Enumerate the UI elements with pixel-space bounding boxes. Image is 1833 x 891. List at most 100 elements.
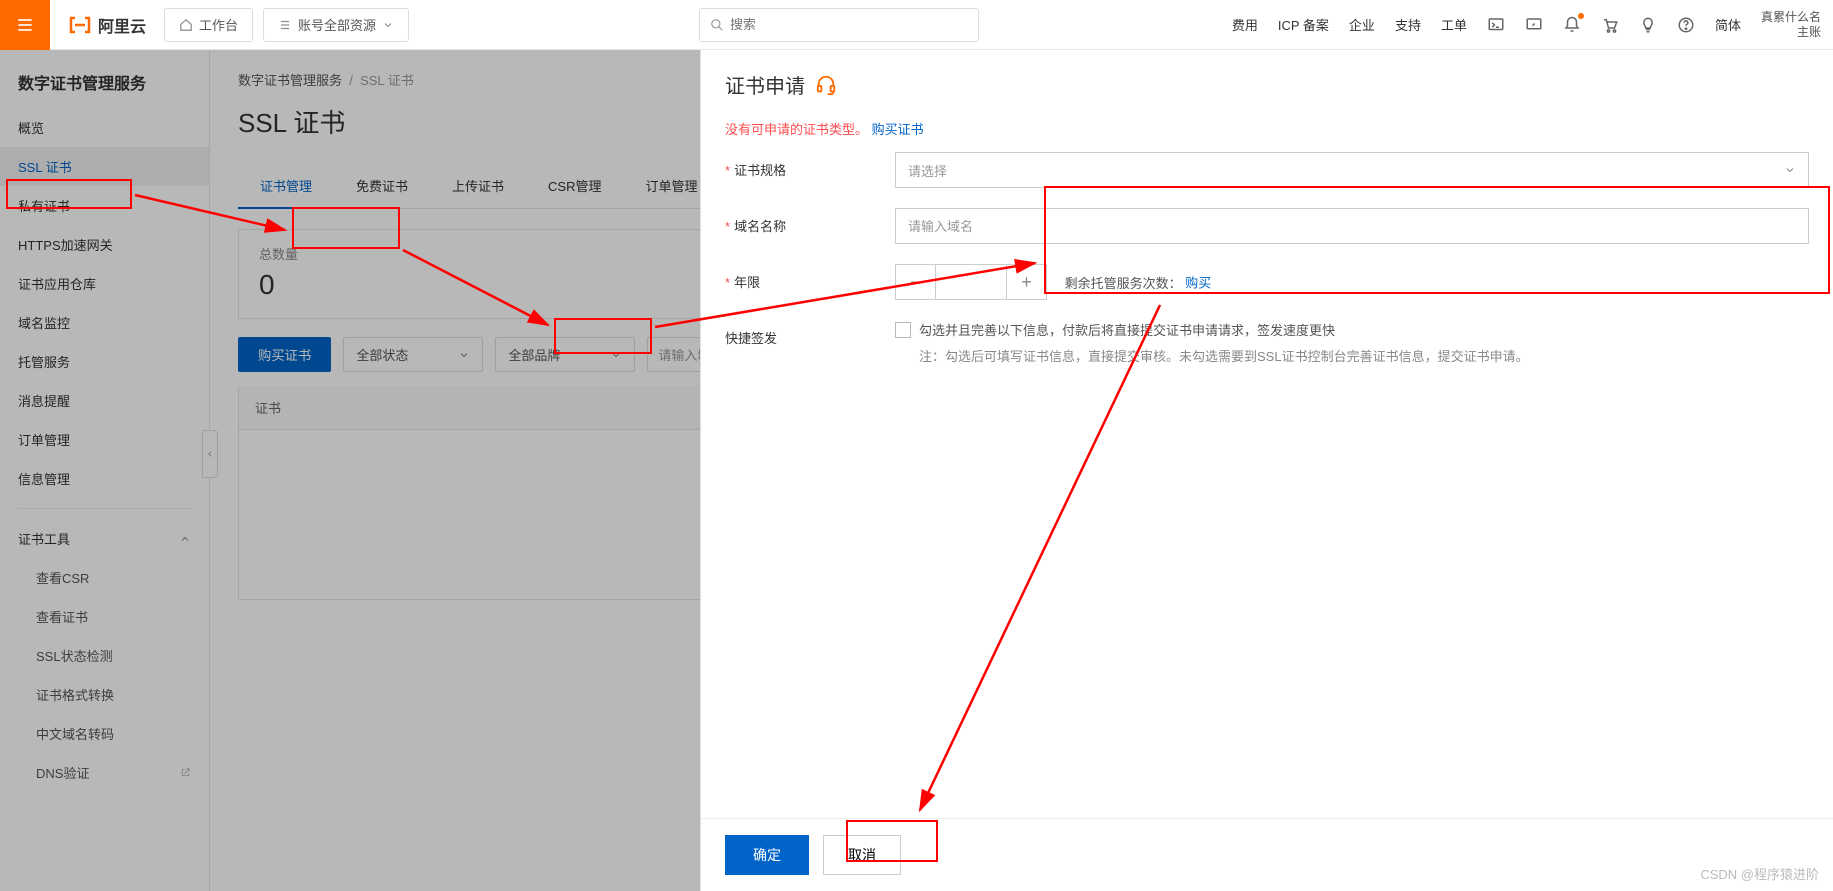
col-cert: 证书 xyxy=(239,386,761,429)
buy-cert-link[interactable]: 购买证书 xyxy=(872,122,924,137)
filter-status-dropdown[interactable]: 全部状态 xyxy=(343,337,483,372)
sidebar-item-repo[interactable]: 证书应用仓库 xyxy=(0,264,209,303)
sidebar-tool-view-cert[interactable]: 查看证书 xyxy=(0,597,209,636)
sidebar-tool-convert[interactable]: 证书格式转换 xyxy=(0,675,209,714)
field-years: *年限 − + 剩余托管服务次数： 购买 xyxy=(725,264,1809,300)
field-quick-issue: 快捷签发 勾选并且完善以下信息，付款后将直接提交证书申请请求，签发速度更快 注：… xyxy=(725,320,1809,365)
buy-cert-button[interactable]: 购买证书 xyxy=(238,337,331,372)
sidebar-tool-ssl-check[interactable]: SSL状态检测 xyxy=(0,636,209,675)
account-scope-dropdown[interactable]: 账号全部资源 xyxy=(263,8,409,42)
sidebar-tool-csr[interactable]: 查看CSR xyxy=(0,558,209,597)
nav-enterprise[interactable]: 企业 xyxy=(1349,15,1375,34)
sidebar-item-overview[interactable]: 概览 xyxy=(0,108,209,147)
tab-csr-manage[interactable]: CSR管理 xyxy=(526,164,623,208)
buy-hosting-link[interactable]: 购买 xyxy=(1185,276,1211,291)
crumb-2: SSL 证书 xyxy=(360,73,414,88)
aliyun-logo-icon xyxy=(68,13,92,37)
domain-input[interactable] xyxy=(895,208,1809,244)
quick-issue-checkbox[interactable] xyxy=(895,322,911,338)
app-header: 阿里云 工作台 账号全部资源 费用 ICP 备案 企业 支持 工单 简 xyxy=(0,0,1833,50)
warning-text: 没有可申请的证书类型。 xyxy=(725,122,868,137)
workspace-label: 工作台 xyxy=(199,15,238,34)
remaining-hosting-label: 剩余托管服务次数： xyxy=(1065,276,1182,291)
chevron-up-icon xyxy=(179,533,191,545)
search-icon xyxy=(710,18,724,32)
confirm-button[interactable]: 确定 xyxy=(725,835,809,875)
sidebar-divider xyxy=(18,508,191,509)
nav-icp[interactable]: ICP 备案 xyxy=(1278,15,1329,34)
sidebar: 数字证书管理服务 概览 SSL 证书 私有证书 HTTPS加速网关 证书应用仓库… xyxy=(0,50,210,891)
tab-cert-manage[interactable]: 证书管理 xyxy=(238,164,334,209)
chevron-down-icon xyxy=(382,19,394,31)
sidebar-collapse-button[interactable] xyxy=(202,430,218,478)
stepper-minus-button[interactable]: − xyxy=(896,265,936,299)
brand-logo[interactable]: 阿里云 xyxy=(50,13,164,37)
workspace-button[interactable]: 工作台 xyxy=(164,8,253,42)
screen-icon[interactable] xyxy=(1525,16,1543,34)
stat-label: 总数量 xyxy=(259,244,740,263)
cert-spec-placeholder: 请选择 xyxy=(908,161,947,180)
list-icon xyxy=(278,18,292,32)
field-spec: *证书规格 请选择 xyxy=(725,152,1809,188)
profile-line1: 真累什么名 xyxy=(1761,10,1821,24)
cancel-button[interactable]: 取消 xyxy=(823,835,901,875)
warning-row: 没有可申请的证书类型。 购买证书 xyxy=(725,119,1809,138)
sidebar-tool-punycode[interactable]: 中文域名转码 xyxy=(0,714,209,753)
nav-fees[interactable]: 费用 xyxy=(1232,15,1258,34)
notification-icon[interactable] xyxy=(1563,16,1581,34)
cart-icon[interactable] xyxy=(1601,16,1619,34)
bulb-icon[interactable] xyxy=(1639,16,1657,34)
headset-icon[interactable] xyxy=(815,74,837,96)
chevron-down-icon xyxy=(458,349,470,361)
sidebar-tool-dns[interactable]: DNS验证 xyxy=(0,753,209,792)
years-stepper: − + xyxy=(895,264,1047,300)
home-icon xyxy=(179,18,193,32)
crumb-1[interactable]: 数字证书管理服务 xyxy=(238,73,342,88)
cert-spec-select[interactable]: 请选择 xyxy=(895,152,1809,188)
account-scope-label: 账号全部资源 xyxy=(298,15,376,34)
chevron-down-icon xyxy=(610,349,622,361)
chevron-down-icon xyxy=(1784,164,1796,176)
sidebar-item-domain-monitor[interactable]: 域名监控 xyxy=(0,303,209,342)
field-domain-label: *域名名称 xyxy=(725,208,895,235)
menu-toggle-button[interactable] xyxy=(0,0,50,50)
field-quick-label: 快捷签发 xyxy=(725,320,895,347)
sidebar-item-orders[interactable]: 订单管理 xyxy=(0,420,209,459)
sidebar-title: 数字证书管理服务 xyxy=(0,50,209,108)
filter-brand-label: 全部品牌 xyxy=(508,345,560,364)
stepper-plus-button[interactable]: + xyxy=(1006,265,1046,299)
quick-issue-desc: 勾选并且完善以下信息，付款后将直接提交证书申请请求，签发速度更快 xyxy=(919,320,1529,342)
tab-upload-cert[interactable]: 上传证书 xyxy=(430,164,526,208)
global-search-input[interactable] xyxy=(730,17,968,32)
drawer-body: 没有可申请的证书类型。 购买证书 *证书规格 请选择 *域名名称 xyxy=(701,119,1833,818)
drawer-footer: 确定 取消 xyxy=(701,818,1833,891)
nav-support[interactable]: 支持 xyxy=(1395,15,1421,34)
brand-text: 阿里云 xyxy=(98,13,146,37)
profile-line2: 主账 xyxy=(1761,25,1821,39)
watermark: CSDN @程序猿进阶 xyxy=(1700,864,1819,883)
sidebar-group-tools[interactable]: 证书工具 xyxy=(0,519,209,558)
profile-button[interactable]: 真累什么名 主账 xyxy=(1761,10,1821,39)
help-icon[interactable] xyxy=(1677,16,1695,34)
sidebar-item-https-gw[interactable]: HTTPS加速网关 xyxy=(0,225,209,264)
stat-value: 0 xyxy=(259,269,740,301)
tab-free-cert[interactable]: 免费证书 xyxy=(334,164,430,208)
sidebar-item-info[interactable]: 信息管理 xyxy=(0,459,209,498)
chevron-left-icon xyxy=(205,449,215,459)
stat-total: 总数量 0 xyxy=(239,230,761,318)
sidebar-item-ssl[interactable]: SSL 证书 xyxy=(0,147,209,186)
sidebar-item-hosting[interactable]: 托管服务 xyxy=(0,342,209,381)
drawer-title: 证书申请 xyxy=(725,70,805,99)
quick-issue-note: 注：勾选后可填写证书信息，直接提交审核。未勾选需要到SSL证书控制台完善证书信息… xyxy=(919,346,1529,365)
sidebar-item-messages[interactable]: 消息提醒 xyxy=(0,381,209,420)
global-search[interactable] xyxy=(699,8,979,42)
lang-switch[interactable]: 简体 xyxy=(1715,15,1741,34)
filter-brand-dropdown[interactable]: 全部品牌 xyxy=(495,337,635,372)
sidebar-item-private[interactable]: 私有证书 xyxy=(0,186,209,225)
stepper-value-input[interactable] xyxy=(936,265,1006,299)
cert-apply-drawer: 证书申请 没有可申请的证书类型。 购买证书 *证书规格 请选择 *域名名称 xyxy=(700,50,1833,891)
nav-ticket[interactable]: 工单 xyxy=(1441,15,1467,34)
external-link-icon xyxy=(180,767,191,778)
header-right: 费用 ICP 备案 企业 支持 工单 简体 真累什么名 主账 xyxy=(1232,10,1833,39)
cloudshell-icon[interactable] xyxy=(1487,16,1505,34)
